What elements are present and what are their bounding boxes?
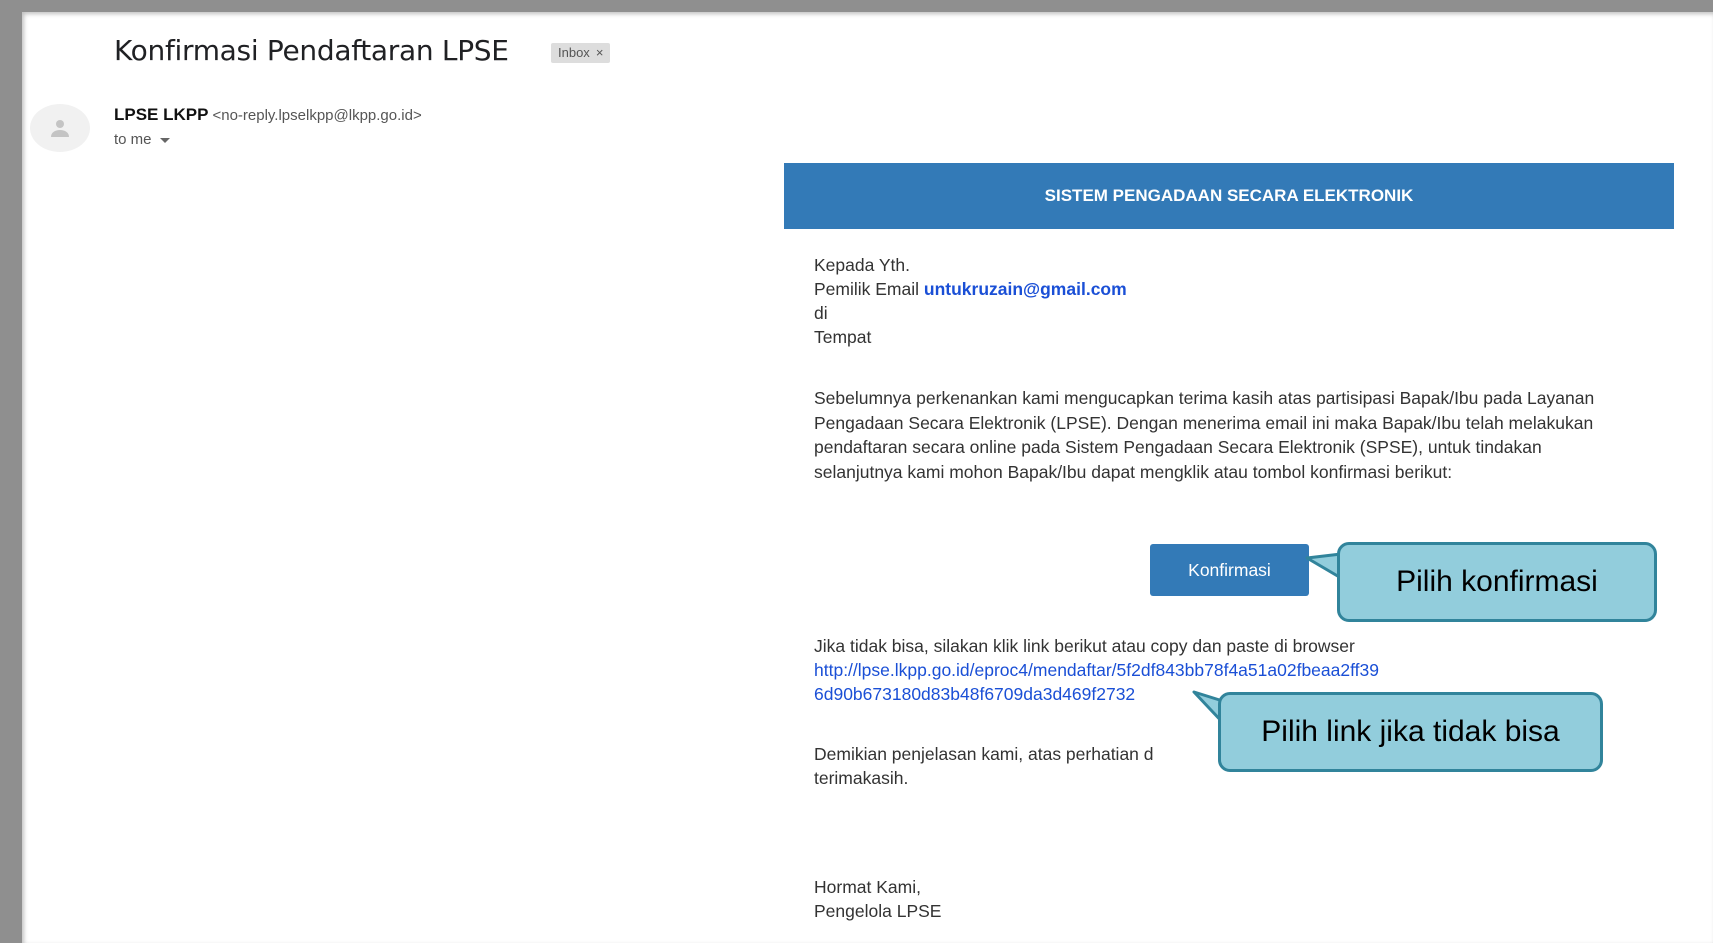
avatar[interactable] — [30, 104, 90, 152]
konfirmasi-button[interactable]: Konfirmasi — [1150, 544, 1309, 596]
greeting-prefix: Pemilik Email — [814, 279, 924, 299]
fallback-instruction: Jika tidak bisa, silakan klik link berik… — [814, 636, 1355, 656]
dropdown-caret-icon[interactable] — [159, 137, 170, 143]
recipient-text: to me — [114, 131, 152, 148]
callout-pilih-link: Pilih link jika tidak bisa — [1218, 692, 1603, 772]
callout-pilih-konfirmasi: Pilih konfirmasi — [1337, 542, 1657, 622]
person-icon — [51, 120, 69, 137]
sender-line: LPSE LKPP <no-reply.lpselkpp@lkpp.go.id> — [114, 105, 422, 125]
greeting-line-2: Pemilik Email untukruzain@gmail.com — [814, 277, 1127, 301]
recipient-email-link[interactable]: untukruzain@gmail.com — [924, 279, 1127, 299]
signoff-line-1: Hormat Kami, — [814, 877, 921, 897]
greeting-line-4: Tempat — [814, 327, 872, 347]
remove-label-icon[interactable]: × — [596, 45, 604, 60]
email-subject: Konfirmasi Pendaftaran LPSE — [114, 34, 509, 67]
sender-address: <no-reply.lpselkpp@lkpp.go.id> — [212, 107, 422, 124]
closing-line-2: terimakasih. — [814, 768, 909, 788]
greeting-line-1: Kepada Yth. — [814, 255, 911, 275]
greeting-line-3: di — [814, 303, 828, 323]
sender-name[interactable]: LPSE LKPP — [114, 105, 208, 124]
recipient-details[interactable]: to me — [114, 131, 170, 148]
signoff-line-2: Pengelola LPSE — [814, 901, 942, 921]
inbox-label-badge[interactable]: Inbox × — [551, 43, 611, 63]
body-paragraph: Sebelumnya perkenankan kami mengucapkan … — [814, 388, 1595, 482]
confirmation-link-line-1[interactable]: http://lpse.lkpp.go.id/eproc4/mendaftar/… — [814, 658, 1379, 682]
closing-line-1: Demikian penjelasan kami, atas perhatian… — [814, 744, 1154, 764]
screenshot-frame-top — [0, 0, 1713, 12]
screenshot-frame-left — [0, 0, 22, 943]
email-header-banner: SISTEM PENGADAAN SECARA ELEKTRONIK — [784, 163, 1674, 229]
inbox-label-text: Inbox — [558, 45, 590, 60]
